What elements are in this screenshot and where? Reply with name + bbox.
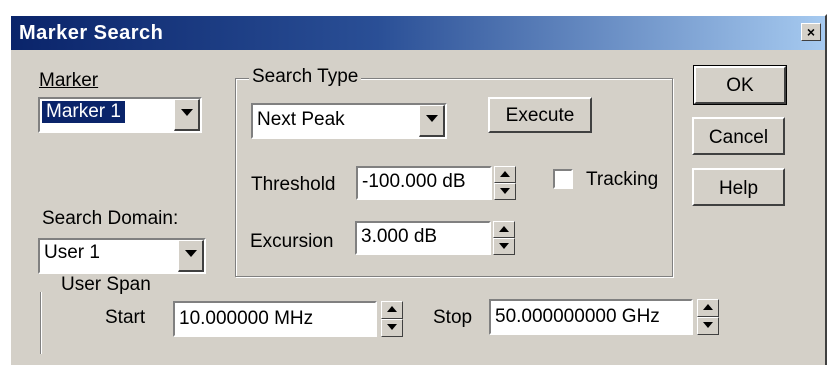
help-button-label: Help [718,178,759,199]
start-input[interactable]: 10.000000 MHz [173,301,377,337]
start-value: 10.000000 MHz [179,308,314,329]
search-domain-dropdown-button[interactable] [178,240,204,272]
marker-select[interactable]: Marker 1 [38,97,202,133]
stop-spinner[interactable] [697,299,719,335]
spin-up-icon[interactable] [494,166,516,183]
ok-button[interactable]: OK [693,65,787,105]
tracking-checkbox[interactable] [553,169,573,189]
threshold-label: Threshold [251,174,336,195]
search-type-dropdown-button[interactable] [419,105,445,137]
threshold-spinner[interactable] [494,166,516,200]
excursion-label: Excursion [250,231,334,252]
marker-search-dialog: Marker Search × Marker Marker 1 Search D… [9,14,827,365]
spin-up-icon[interactable] [381,301,403,319]
stop-label: Stop [433,307,473,328]
threshold-input[interactable]: -100.000 dB [356,166,492,200]
search-type-value: Next Peak [257,109,345,130]
spin-down-icon[interactable] [494,183,516,200]
user-span-divider [40,292,41,354]
tracking-label: Tracking [586,169,659,190]
search-domain-label: Search Domain: [42,208,179,229]
excursion-spinner[interactable] [493,221,515,255]
threshold-value: -100.000 dB [362,171,466,192]
excursion-value: 3.000 dB [361,226,438,247]
stop-input[interactable]: 50.000000000 GHz [489,299,693,335]
execute-button[interactable]: Execute [488,97,592,133]
close-button[interactable]: × [801,23,821,41]
search-type-label: Search Type [249,66,362,88]
spin-up-icon[interactable] [697,299,719,317]
spin-down-icon[interactable] [493,238,515,255]
marker-select-value: Marker 1 [42,101,125,123]
search-domain-value: User 1 [44,242,100,263]
spin-up-icon[interactable] [493,221,515,238]
search-domain-select[interactable]: User 1 [38,238,206,274]
execute-button-label: Execute [505,105,575,126]
start-label: Start [105,307,146,328]
close-icon: × [806,24,816,40]
help-button[interactable]: Help [692,168,785,206]
cancel-button[interactable]: Cancel [692,117,785,155]
spin-down-icon[interactable] [697,317,719,335]
stop-value: 50.000000000 GHz [495,306,660,327]
title-bar[interactable]: Marker Search × [11,16,825,50]
start-spinner[interactable] [381,301,403,337]
search-type-select[interactable]: Next Peak [251,103,447,139]
spin-down-icon[interactable] [381,319,403,337]
window-title: Marker Search [19,22,164,44]
ok-button-label: OK [726,75,754,96]
marker-label: Marker [39,70,99,91]
user-span-label: User Span [61,274,151,295]
excursion-input[interactable]: 3.000 dB [355,221,491,255]
cancel-button-label: Cancel [708,127,769,148]
marker-dropdown-button[interactable] [174,99,200,131]
